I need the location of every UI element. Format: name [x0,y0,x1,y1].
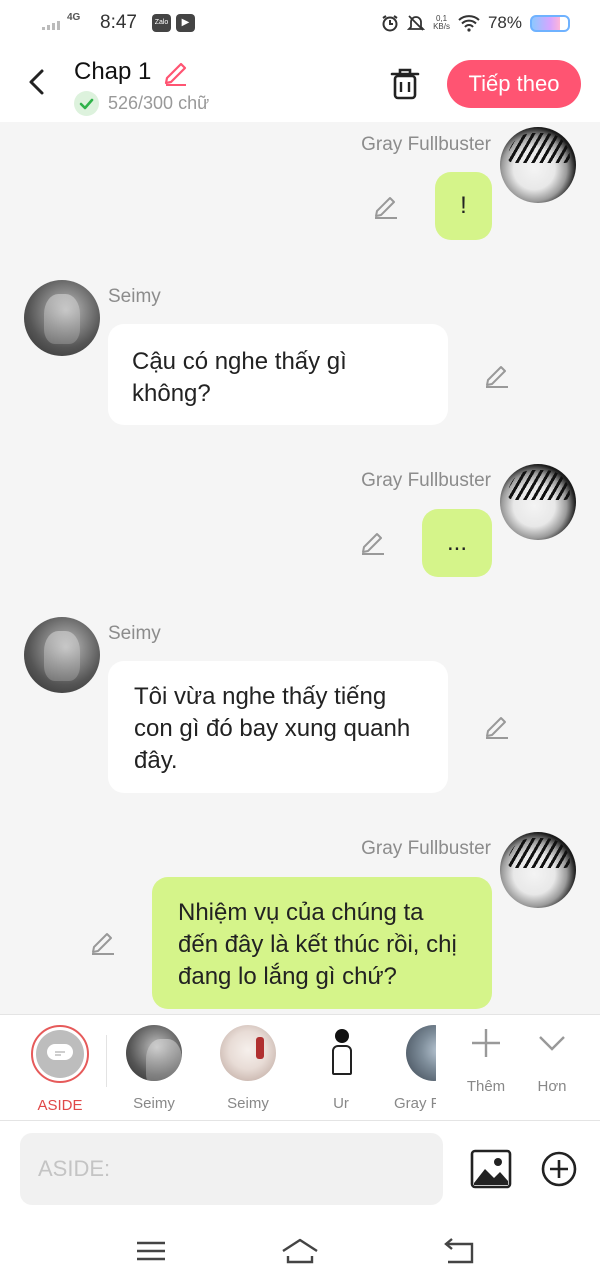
avatar-seimy[interactable] [24,617,100,693]
status-bar: 4G 8:47 Zalo ▶ 0,1 KB/s 78% [0,0,600,46]
avatar-gray-fullbuster[interactable] [500,464,576,540]
message-bubble[interactable]: Nhiệm vụ của chúng ta đến đây là kết thú… [152,877,492,1009]
network-type: 4G [67,12,81,23]
edit-pencil-icon[interactable] [359,528,387,556]
zalo-icon: Zalo [152,14,171,32]
add-character-button[interactable]: Thêm [456,1025,516,1095]
edit-title-pencil-icon[interactable] [162,58,190,86]
character-label: Gray F [394,1095,436,1112]
back-icon[interactable] [438,1234,478,1268]
character-seimy-2[interactable]: Seimy [208,1025,288,1112]
character-label: Seimy [227,1095,269,1112]
check-icon [74,91,99,116]
clock: 8:47 [100,12,137,33]
message-input[interactable] [20,1133,443,1205]
aside-button[interactable] [31,1025,89,1083]
chapter-title[interactable]: Chap 1 [74,58,151,86]
data-rate: 0,1 KB/s [433,14,450,31]
status-icons: 0,1 KB/s 78% [381,12,570,34]
character-ur[interactable]: Ur [301,1025,381,1112]
edit-pencil-icon[interactable] [483,712,511,740]
battery-percent: 78% [487,13,522,32]
signal-icon [42,18,64,30]
more-button[interactable]: Hơn [522,1025,582,1095]
navigation-bar [0,1217,600,1287]
app-root: 4G 8:47 Zalo ▶ 0,1 KB/s 78% Chap 1 526/30… [0,0,600,1287]
avatar-gray-fullbuster[interactable] [500,127,576,203]
edit-pencil-icon[interactable] [372,192,400,220]
avatar[interactable] [313,1025,369,1081]
video-app-icon: ▶ [176,14,195,32]
add-label: Thêm [466,1078,506,1095]
character-label: Ur [333,1095,349,1112]
word-count: 526/300 chữ [108,93,210,113]
home-icon[interactable] [280,1234,320,1268]
speaker-name: Gray Fullbuster [361,134,491,155]
chat-area[interactable]: Gray Fullbuster ! Seimy Cậu có nghe thấy… [0,122,600,1014]
next-button[interactable]: Tiếp theo [447,60,581,108]
message-bubble[interactable]: Cậu có nghe thấy gì không? [108,324,448,425]
chapter-header: Chap 1 526/300 chữ Tiếp theo [0,46,600,122]
character-gray[interactable]: Gray F [394,1025,436,1112]
mute-bell-icon [407,15,426,31]
speaker-name: Seimy [108,623,161,644]
wifi-icon [458,15,480,32]
speaker-name: Seimy [108,286,161,307]
message-bubble[interactable]: Tôi vừa nghe thấy tiếng con gì đó bay xu… [108,661,448,793]
composer [0,1121,600,1217]
speaker-name: Gray Fullbuster [361,470,491,491]
plus-icon [472,1029,500,1057]
image-icon[interactable] [470,1148,512,1190]
aside-icon [47,1044,73,1060]
chevron-down-icon [539,1036,565,1051]
alarm-icon [382,15,398,32]
character-label: ASIDE [37,1097,83,1114]
speaker-name: Gray Fullbuster [361,838,491,859]
character-bar: ASIDE Seimy Seimy Ur Gray F Thêm Hơn [0,1014,600,1121]
back-arrow-icon[interactable] [20,64,56,100]
avatar[interactable] [406,1025,436,1081]
character-seimy[interactable]: Seimy [114,1025,194,1112]
more-label: Hơn [537,1078,567,1095]
avatar[interactable] [126,1025,182,1081]
battery-icon [530,14,570,32]
character-label: Seimy [133,1095,175,1112]
avatar-seimy[interactable] [24,280,100,356]
menu-icon[interactable] [131,1234,171,1268]
edit-pencil-icon[interactable] [483,361,511,389]
add-circle-icon[interactable] [540,1150,578,1188]
divider [106,1035,107,1087]
edit-pencil-icon[interactable] [89,928,117,956]
avatar[interactable] [220,1025,276,1081]
message-bubble[interactable]: ... [422,509,492,577]
character-aside[interactable]: ASIDE [20,1025,100,1114]
trash-icon[interactable] [386,64,424,104]
message-bubble[interactable]: ! [435,172,492,240]
avatar-gray-fullbuster[interactable] [500,832,576,908]
